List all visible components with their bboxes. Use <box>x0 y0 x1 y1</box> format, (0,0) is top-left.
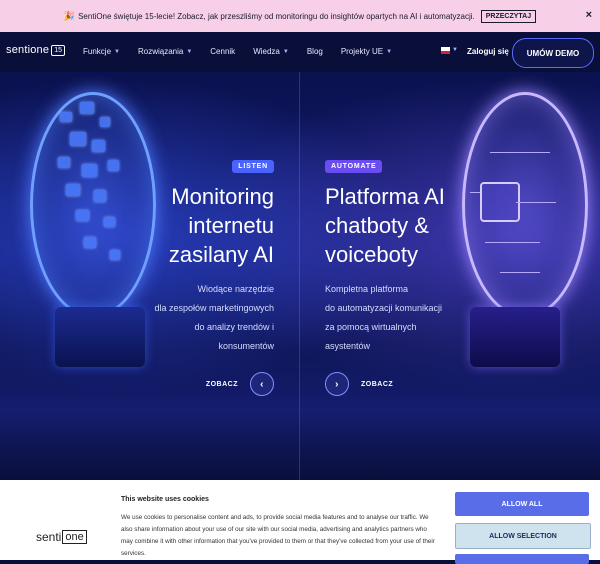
automate-title: Platforma AI chatboty & voiceboty <box>325 182 525 269</box>
desc-line: Kompletna platforma <box>325 284 409 294</box>
desc-line: asystentów <box>325 341 371 351</box>
title-line: Platforma AI <box>325 184 445 209</box>
cookie-text: We use cookies to personalise content an… <box>121 514 435 557</box>
polish-flag-icon[interactable] <box>441 47 450 54</box>
desc-line: do automatyzacji komunikacji <box>325 303 443 313</box>
circuit-line <box>500 272 540 273</box>
main-nav: sentione 15 Funkcje ▼ Rozwiązania ▼ Cennik… <box>0 32 600 72</box>
desc-line: Wiodące narzędzie <box>197 284 274 294</box>
anniversary-badge: 15 <box>51 44 65 56</box>
listen-tag: LISTEN <box>232 160 274 173</box>
desc-line: konsumentów <box>218 341 274 351</box>
automate-description: Kompletna platforma do automatyzacji kom… <box>325 280 475 356</box>
chevron-down-icon: ▼ <box>386 48 393 55</box>
icon-cube <box>80 102 94 114</box>
logo-box: one <box>62 530 87 544</box>
desc-line: za pomocą wirtualnych <box>325 322 417 332</box>
logo-text: senti <box>36 530 62 544</box>
announcement-bar: 🎉 SentiOne świętuje 15-lecie! Zobacz, ja… <box>0 0 600 32</box>
nav-item-wiedza[interactable]: Wiedza ▼ <box>253 47 289 56</box>
title-line: chatboty & <box>325 213 429 238</box>
cookie-logo: senti one <box>36 530 87 544</box>
arrow-left-icon[interactable]: ‹ <box>250 372 274 396</box>
nav-item-funkcje[interactable]: Funkcje ▼ <box>83 47 120 56</box>
icon-cube <box>58 157 70 168</box>
icon-cube <box>108 160 119 171</box>
title-line: internetu <box>188 213 274 238</box>
automate-see-more[interactable]: › ZOBACZ <box>325 372 393 396</box>
nav-menu: Funkcje ▼ Rozwiązania ▼ Cennik Wiedza ▼ Blo… <box>83 47 410 56</box>
chevron-down-icon: ▼ <box>186 48 193 55</box>
nav-item-projekty-ue[interactable]: Projekty UE ▼ <box>341 47 392 56</box>
nav-item-label: Funkcje <box>83 47 112 56</box>
nav-item-cennik[interactable]: Cennik <box>210 47 235 56</box>
title-line: Monitoring <box>171 184 274 209</box>
cookie-extra-button[interactable] <box>455 554 589 564</box>
cookie-banner: senti one This website uses cookies We us… <box>0 480 600 564</box>
announcement-text: SentiOne świętuje 15-lecie! Zobacz, jak … <box>78 11 475 21</box>
logo[interactable]: sentione 15 <box>6 44 65 56</box>
chevron-down-icon[interactable]: ▼ <box>452 47 458 53</box>
icon-cube <box>70 132 86 146</box>
automate-tag: AUTOMATE <box>325 160 383 173</box>
nav-item-label: Projekty UE <box>340 47 384 56</box>
allow-all-button[interactable]: ALLOW ALL <box>455 492 589 516</box>
nav-item-label: Blog <box>306 47 323 56</box>
title-line: zasilany AI <box>168 242 274 267</box>
nav-item-blog[interactable]: Blog <box>307 47 323 56</box>
icon-cube <box>60 112 72 122</box>
chevron-down-icon: ▼ <box>114 48 120 55</box>
arrow-right-icon[interactable]: › <box>325 372 349 396</box>
logo-text: sentione <box>6 44 50 56</box>
desc-line: dla zespołów marketingowych <box>154 303 274 313</box>
nav-item-label: Rozwiązania <box>137 47 184 56</box>
close-icon[interactable]: × <box>586 9 592 21</box>
book-demo-button[interactable]: UMÓW DEMO <box>512 38 594 68</box>
listen-description: Wiodące narzędzie dla zespołów marketing… <box>124 280 274 356</box>
icon-cube <box>82 164 97 177</box>
automate-pedestal <box>470 307 560 367</box>
see-more-label: ZOBACZ <box>205 380 238 388</box>
party-icon: 🎉 <box>63 10 76 21</box>
desc-line: do analizy trendów i <box>194 322 274 332</box>
icon-cube <box>100 117 110 127</box>
chevron-down-icon: ▼ <box>282 48 289 55</box>
circuit-line <box>490 152 550 153</box>
nav-item-label: Cennik <box>210 47 236 56</box>
see-more-label: ZOBACZ <box>361 380 394 388</box>
read-button[interactable]: PRZECZYTAJ <box>480 9 537 23</box>
icon-cube <box>92 140 105 152</box>
nav-item-rozwiazania[interactable]: Rozwiązania ▼ <box>138 47 192 56</box>
hero-divider <box>299 72 300 480</box>
listen-title: Monitoring internetu zasilany AI <box>74 182 274 269</box>
login-link[interactable]: Zaloguj się <box>467 47 509 56</box>
title-line: voiceboty <box>325 242 418 267</box>
allow-selection-button[interactable]: ALLOW SELECTION <box>455 523 591 549</box>
nav-item-label: Wiedza <box>253 47 280 56</box>
hero-section: LISTEN Monitoring internetu zasilany AI … <box>0 72 600 480</box>
listen-see-more[interactable]: ZOBACZ ‹ <box>206 372 274 396</box>
cookie-title: This website uses cookies <box>121 496 209 503</box>
